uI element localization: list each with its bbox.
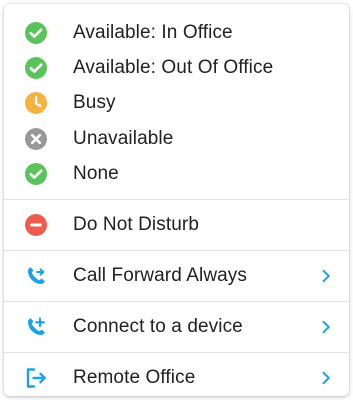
x-circle-icon: [24, 127, 48, 151]
check-circle-icon: [24, 56, 48, 80]
phone-forward-icon: [24, 264, 48, 288]
call-forward-always-label: Call Forward Always: [73, 265, 248, 287]
minus-circle-icon: [24, 213, 48, 237]
status-available-out-of-office[interactable]: Available: Out Of Office: [4, 50, 349, 85]
status-none[interactable]: None: [4, 156, 349, 191]
phone-add-icon: [24, 315, 48, 339]
status-busy[interactable]: Busy: [4, 86, 349, 121]
status-available-in-office[interactable]: Available: In Office: [4, 15, 349, 50]
status-label: Available: In Office: [73, 21, 233, 43]
status-label: Available: Out Of Office: [73, 56, 274, 78]
do-not-disturb-label: Do Not Disturb: [73, 214, 199, 236]
call-forward-always-item[interactable]: Call Forward Always: [4, 251, 349, 301]
do-not-disturb-item[interactable]: Do Not Disturb: [4, 200, 349, 250]
connect-device-item[interactable]: Connect to a device: [4, 302, 349, 352]
chevron-right-icon: [319, 269, 333, 283]
status-label: Busy: [73, 92, 116, 114]
remote-office-item[interactable]: Remote Office: [4, 353, 349, 396]
status-label: Unavailable: [73, 127, 174, 149]
status-list: Available: In Office Available: Out Of O…: [4, 4, 349, 199]
status-unavailable[interactable]: Unavailable: [4, 121, 349, 156]
check-circle-icon: [24, 21, 48, 45]
remote-office-label: Remote Office: [73, 367, 196, 389]
clock-icon: [24, 91, 48, 115]
chevron-right-icon: [319, 371, 333, 385]
status-label: None: [73, 162, 119, 184]
check-circle-icon: [24, 162, 48, 186]
presence-menu: Available: In Office Available: Out Of O…: [4, 4, 349, 396]
exit-arrow-icon: [24, 366, 48, 390]
chevron-right-icon: [319, 320, 333, 334]
connect-device-label: Connect to a device: [73, 316, 243, 338]
